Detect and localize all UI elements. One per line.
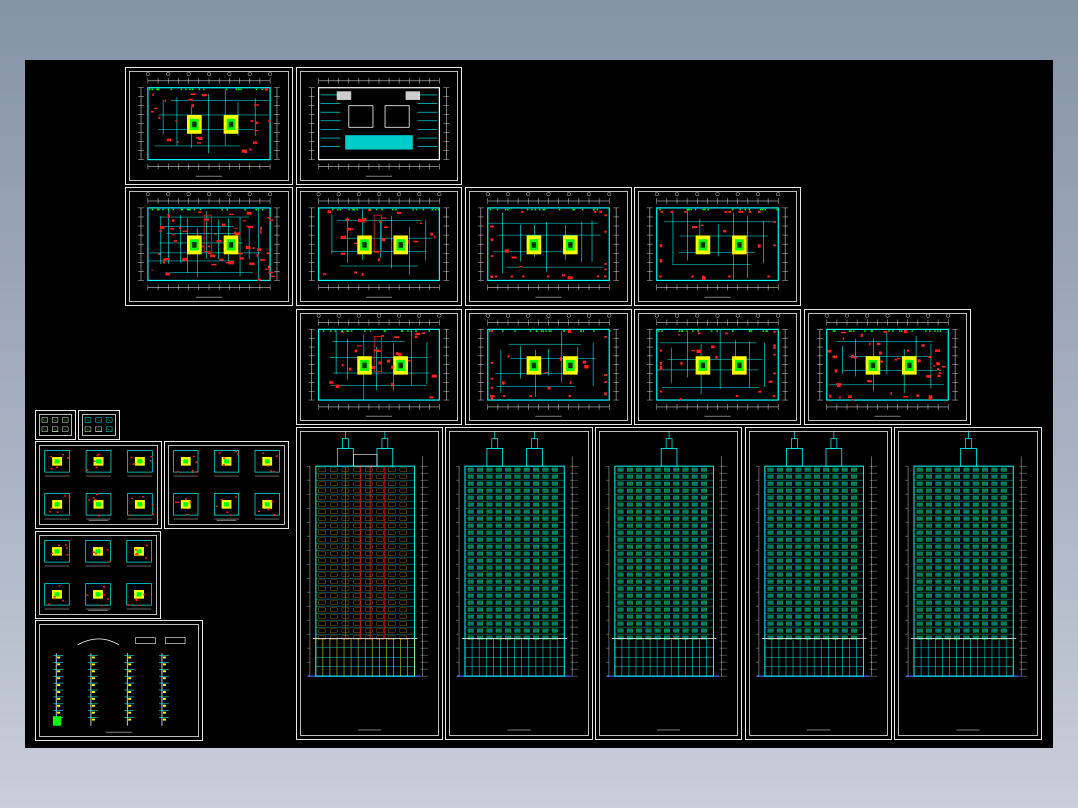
sheet-drawing-elevation-3 xyxy=(755,430,878,731)
drawing-sheet-plan-01[interactable] xyxy=(125,67,293,185)
sheet-drawing-elevation-2 xyxy=(605,430,728,731)
sheet-drawing-plan-02 xyxy=(308,77,450,177)
model-space-canvas[interactable] xyxy=(25,60,1053,748)
drawing-sheet-unit-plans-1[interactable] xyxy=(35,441,162,529)
drawing-sheet-unit-plans-2[interactable] xyxy=(164,441,289,529)
sheet-drawing-plan-05 xyxy=(477,192,620,298)
drawing-sheet-plan-10[interactable] xyxy=(804,309,971,425)
drawing-sheet-detail-sm-2[interactable] xyxy=(78,410,120,440)
drawing-sheet-elevation-2[interactable] xyxy=(595,427,742,740)
sheet-drawing-detail-sm-1 xyxy=(41,417,69,432)
sheet-drawing-unit-plans-3 xyxy=(44,540,152,611)
drawing-sheet-elevation-1[interactable] xyxy=(445,427,593,740)
sheet-drawing-plan-01 xyxy=(138,71,280,177)
sheet-drawing-plan-08 xyxy=(477,313,620,417)
drawing-sheet-plan-06[interactable] xyxy=(634,187,801,306)
drawing-sheet-plan-08[interactable] xyxy=(465,309,632,425)
sheet-drawing-plan-06 xyxy=(646,192,789,298)
drawing-sheet-unit-plans-3[interactable] xyxy=(35,531,161,619)
sheet-drawing-unit-plans-2 xyxy=(173,450,280,521)
drawing-sheet-plan-09[interactable] xyxy=(634,309,801,425)
drawing-sheet-elevation-3[interactable] xyxy=(745,427,892,740)
sheet-drawing-plan-07 xyxy=(308,313,450,417)
sheet-drawing-elevation-4 xyxy=(905,430,1028,731)
sheet-drawing-plan-09 xyxy=(646,313,789,417)
drawing-sheet-plan-05[interactable] xyxy=(465,187,632,306)
drawing-sheet-plan-03[interactable] xyxy=(125,187,293,306)
drawing-sheet-plan-07[interactable] xyxy=(296,309,462,425)
sheet-drawing-detail-sm-2 xyxy=(84,417,113,432)
sheet-drawing-unit-plans-1 xyxy=(44,450,154,521)
drawing-sheet-elevation-4[interactable] xyxy=(894,427,1042,740)
drawing-sheet-plan-04[interactable] xyxy=(296,187,462,306)
sheet-drawing-elevation-1 xyxy=(456,430,579,731)
sheet-drawing-plan-03 xyxy=(138,192,280,298)
drawing-sheet-plan-02[interactable] xyxy=(296,67,462,185)
sheet-drawing-wall-sections xyxy=(52,637,186,733)
drawing-sheet-wall-sections[interactable] xyxy=(35,620,203,741)
drawing-sheet-section-a[interactable] xyxy=(296,427,443,740)
drawing-sheet-detail-sm-1[interactable] xyxy=(35,410,76,440)
sheet-drawing-section-a xyxy=(306,430,429,731)
sheet-drawing-plan-10 xyxy=(816,313,959,417)
sheet-drawing-plan-04 xyxy=(308,192,450,298)
